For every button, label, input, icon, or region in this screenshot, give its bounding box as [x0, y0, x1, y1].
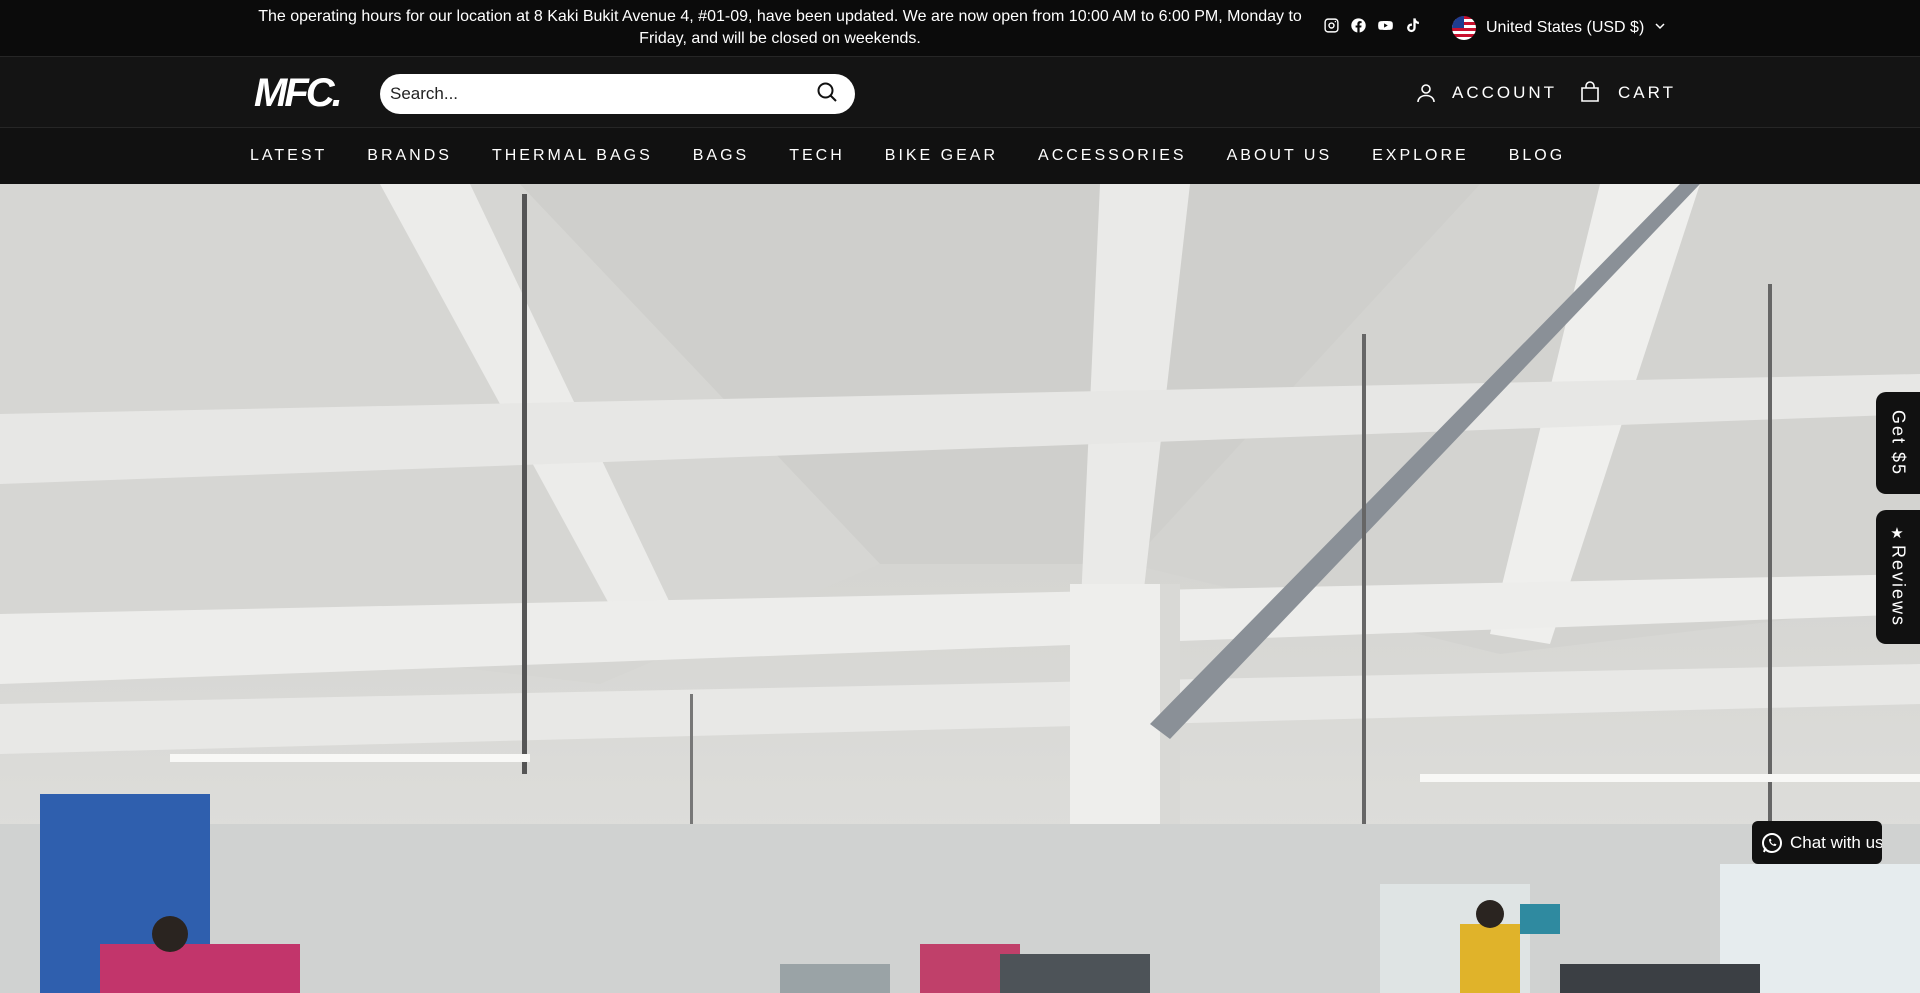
- chat-button[interactable]: Chat with us: [1752, 821, 1882, 864]
- nav-item-about-us[interactable]: ABOUT US: [1227, 147, 1333, 165]
- social-links: [1322, 16, 1421, 34]
- reviews-label: Reviews: [1888, 545, 1909, 628]
- facebook-icon[interactable]: [1349, 16, 1367, 34]
- currency-label: United States (USD $): [1486, 19, 1645, 36]
- hero-image: [0, 184, 1920, 993]
- nav-item-thermal-bags[interactable]: THERMAL BAGS: [492, 147, 653, 165]
- instagram-icon[interactable]: [1322, 16, 1340, 34]
- search-icon[interactable]: [815, 80, 839, 109]
- star-icon: ★: [1890, 525, 1906, 543]
- nav-item-accessories[interactable]: ACCESSORIES: [1038, 147, 1187, 165]
- nav-item-bags[interactable]: BAGS: [693, 147, 749, 165]
- nav-item-tech[interactable]: TECH: [789, 147, 845, 165]
- reviews-tab[interactable]: ★ Reviews: [1876, 510, 1920, 644]
- get-discount-label: Get $5: [1888, 409, 1909, 477]
- search-bar: [380, 74, 855, 114]
- chat-label: Chat with us: [1790, 832, 1882, 852]
- announcement-bar: The operating hours for our location at …: [0, 0, 1920, 56]
- tiktok-icon[interactable]: [1403, 16, 1421, 34]
- whatsapp-icon: [1762, 832, 1782, 853]
- user-icon: [1417, 84, 1435, 103]
- site-header: MFC. ACCOUNT CART: [0, 56, 1920, 128]
- nav-item-explore[interactable]: EXPLORE: [1372, 147, 1469, 165]
- announcement-text: The operating hours for our location at …: [258, 8, 1302, 47]
- main-nav: LATEST BRANDS THERMAL BAGS BAGS TECH BIK…: [0, 128, 1920, 184]
- nav-item-brands[interactable]: BRANDS: [367, 147, 452, 165]
- nav-item-bike-gear[interactable]: BIKE GEAR: [885, 147, 998, 165]
- cart-label: CART: [1618, 83, 1676, 102]
- shopping-bag-icon: [1581, 81, 1599, 102]
- cart-link[interactable]: CART: [1578, 81, 1676, 105]
- get-discount-tab[interactable]: Get $5: [1876, 392, 1920, 494]
- search-input[interactable]: [390, 84, 815, 104]
- youtube-icon[interactable]: [1376, 16, 1394, 34]
- factory-interior-image: [0, 184, 1920, 993]
- currency-selector[interactable]: United States (USD $): [1452, 14, 1666, 42]
- account-link[interactable]: ACCOUNT: [1414, 81, 1557, 105]
- us-flag-icon: [1452, 16, 1476, 40]
- chevron-down-icon: [1654, 19, 1666, 37]
- site-logo[interactable]: MFC.: [254, 73, 343, 113]
- nav-item-latest[interactable]: LATEST: [250, 147, 327, 165]
- nav-item-blog[interactable]: BLOG: [1509, 147, 1565, 165]
- account-label: ACCOUNT: [1452, 83, 1558, 102]
